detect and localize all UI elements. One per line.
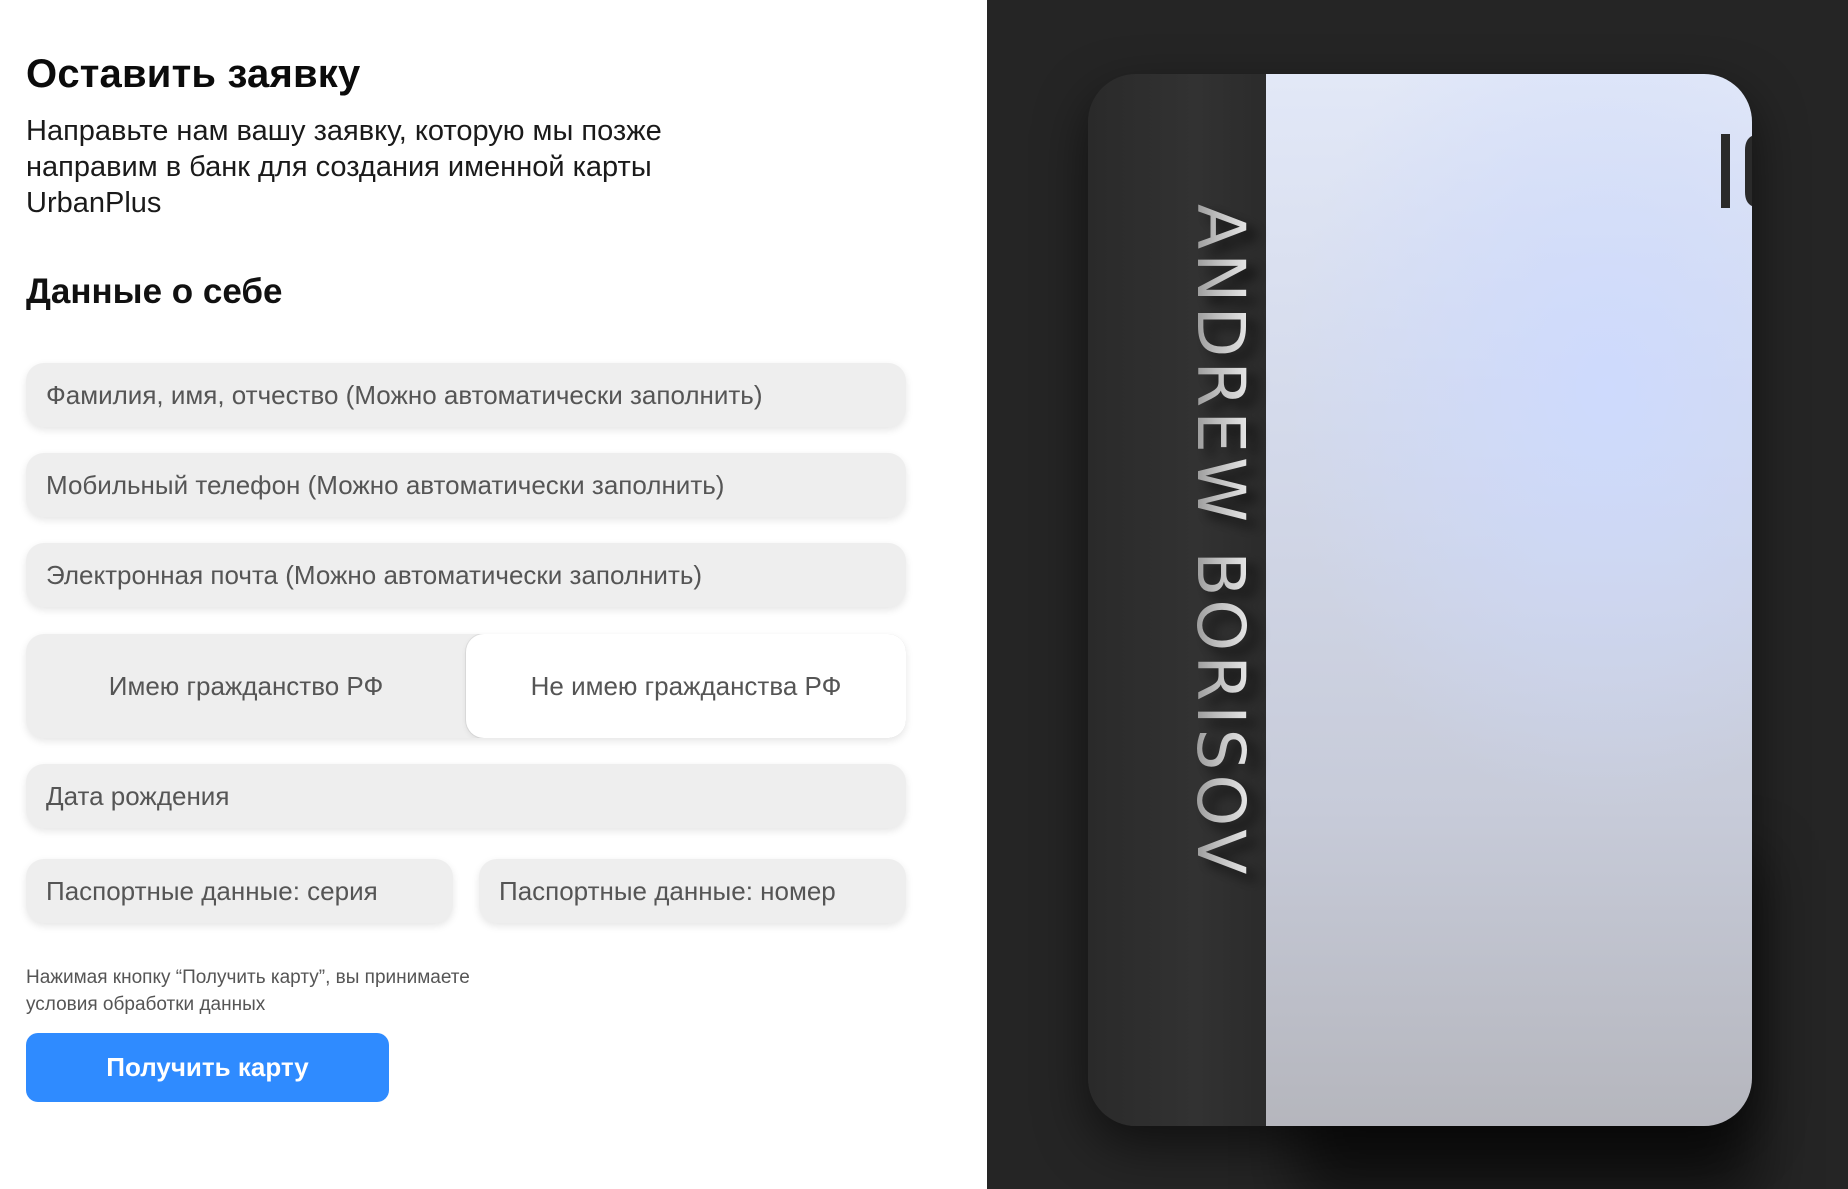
personal-data-heading: Данные о себе <box>26 272 283 311</box>
passport-series-field[interactable]: Паспортные данные: серия <box>26 859 453 923</box>
passport-number-field[interactable]: Паспортные данные: номер <box>479 859 906 923</box>
card-preview: ANDREW BORISOV ANDREW BORISOV <box>1088 74 1752 1126</box>
card-preview-panel: ANDREW BORISOV ANDREW BORISOV <box>987 0 1848 1189</box>
card-light-face <box>1266 74 1752 1126</box>
birthdate-field[interactable]: Дата рождения <box>26 764 906 828</box>
application-form-panel: Оставить заявку Направьте нам вашу заявк… <box>0 0 987 1189</box>
phone-placeholder: Мобильный телефон (Можно автоматически з… <box>46 469 725 500</box>
citizenship-toggle: Имею гражданство РФ Не имею гражданства … <box>26 634 906 738</box>
citizenship-option-has-rf[interactable]: Имею гражданство РФ <box>26 634 466 738</box>
consent-text: Нажимая кнопку “Получить карту”, вы прин… <box>26 967 470 1015</box>
passport-series-placeholder: Паспортные данные: серия <box>46 875 378 906</box>
passport-number-placeholder: Паспортные данные: номер <box>499 875 836 906</box>
phone-field[interactable]: Мобильный телефон (Можно автоматически з… <box>26 453 906 517</box>
full-name-field[interactable]: Фамилия, имя, отчество (Можно автоматиче… <box>26 363 906 427</box>
page-title: Оставить заявку <box>26 52 361 96</box>
ic-logo-icon <box>1721 134 1752 208</box>
email-field[interactable]: Электронная почта (Можно автоматически з… <box>26 543 906 607</box>
cardholder-name: ANDREW BORISOV <box>1182 204 1259 879</box>
page-subtitle: Направьте нам вашу заявку, которую мы по… <box>26 115 662 219</box>
birthdate-placeholder: Дата рождения <box>46 780 230 811</box>
full-name-placeholder: Фамилия, имя, отчество (Можно автоматиче… <box>46 379 763 410</box>
get-card-button[interactable]: Получить карту <box>26 1033 389 1102</box>
citizenship-option-no-rf[interactable]: Не имею гражданства РФ <box>466 634 906 738</box>
email-placeholder: Электронная почта (Можно автоматически з… <box>46 559 703 590</box>
